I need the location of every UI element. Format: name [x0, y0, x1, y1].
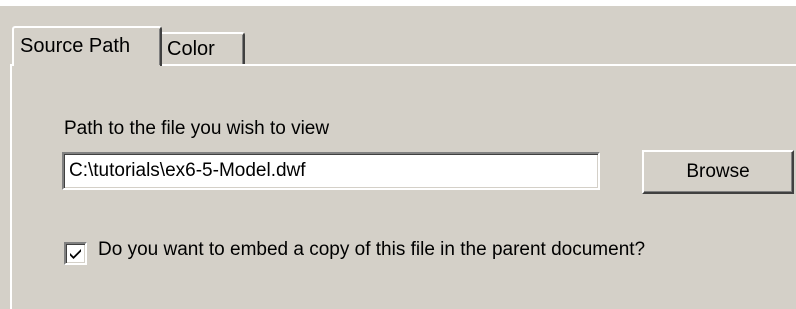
embed-checkbox[interactable] [64, 242, 87, 265]
dialog-body: Color Source Path Path to the file you w… [0, 0, 796, 309]
tab-color-label: Color [167, 38, 215, 60]
path-input[interactable] [62, 152, 600, 190]
tab-color[interactable]: Color [161, 32, 245, 64]
embed-checkbox-label[interactable]: Do you want to embed a copy of this file… [98, 239, 645, 261]
tab-source-path-label: Source Path [20, 35, 131, 57]
browse-button[interactable]: Browse [642, 150, 794, 194]
checkmark-icon [70, 249, 81, 259]
stage: Color Source Path Path to the file you w… [0, 0, 796, 309]
path-field-label: Path to the file you wish to view [64, 118, 330, 139]
top-strip [0, 0, 796, 6]
tab-source-path[interactable]: Source Path [12, 26, 162, 66]
